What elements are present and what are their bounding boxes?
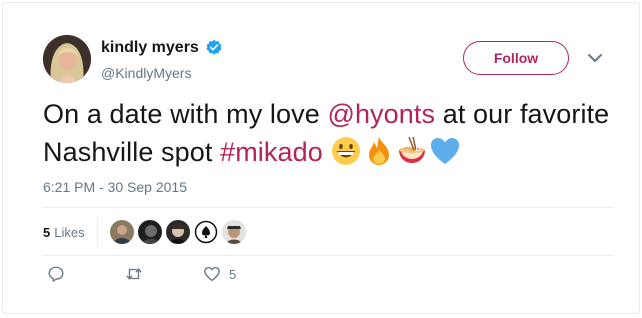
liker-avatar[interactable] <box>109 220 134 244</box>
user-handle[interactable]: @KindlyMyers <box>101 65 191 81</box>
fire-emoji <box>363 135 395 167</box>
reply-button[interactable] <box>47 265 65 283</box>
heart-icon <box>204 266 220 282</box>
tweet-card: kindly myers @KindlyMyers Follow On a da… <box>2 2 640 314</box>
liker-avatar[interactable] <box>221 220 246 244</box>
retweet-icon <box>126 268 142 280</box>
divider <box>96 217 98 247</box>
verified-badge-icon <box>205 39 223 57</box>
divider <box>43 255 613 256</box>
likes-label[interactable]: Likes <box>54 225 84 240</box>
reply-icon <box>48 266 64 282</box>
tweet-timestamp[interactable]: 6:21 PM - 30 Sep 2015 <box>43 179 187 195</box>
like-button[interactable]: 5 <box>203 265 236 283</box>
mention-link[interactable]: @hyonts <box>327 99 435 129</box>
display-name[interactable]: kindly myers <box>101 39 199 57</box>
likes-count[interactable]: 5 <box>43 225 50 240</box>
liker-avatar[interactable] <box>137 220 162 244</box>
blue-heart-emoji <box>429 135 461 167</box>
hashtag-link[interactable]: #mikado <box>220 137 323 167</box>
chevron-down-icon[interactable] <box>586 51 604 65</box>
liker-avatar[interactable] <box>193 220 218 244</box>
like-count: 5 <box>229 266 237 282</box>
follow-button[interactable]: Follow <box>463 41 569 75</box>
tweet-text-part: On a date with my love <box>43 99 328 129</box>
tweet-text: On a date with my love @hyonts at our fa… <box>43 95 613 171</box>
retweet-button[interactable] <box>125 265 143 283</box>
tweet-stats: 5 Likes <box>43 217 246 247</box>
grinning-face-emoji <box>330 135 362 167</box>
tweet-actions: 5 <box>47 265 236 283</box>
divider <box>43 207 613 208</box>
liker-avatars <box>109 220 246 244</box>
ramen-bowl-emoji <box>396 135 428 167</box>
liker-avatar[interactable] <box>165 220 190 244</box>
avatar[interactable] <box>43 35 91 83</box>
